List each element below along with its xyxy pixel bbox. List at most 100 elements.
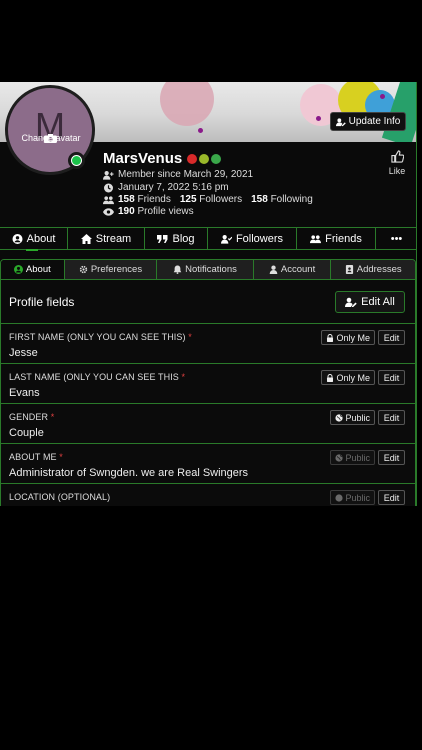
user-icon bbox=[269, 265, 278, 274]
required-marker: * bbox=[188, 332, 192, 342]
member-since-row: Member since March 29, 2021 bbox=[103, 169, 253, 180]
bell-icon bbox=[173, 265, 182, 274]
subtab-preferences[interactable]: Preferences bbox=[64, 260, 158, 279]
tab-stream[interactable]: Stream bbox=[68, 228, 145, 249]
update-info-label: Update Info bbox=[348, 116, 401, 127]
globe-icon bbox=[335, 453, 344, 462]
field-about-me: ABOUT ME * Administrator of Swngden. we … bbox=[1, 444, 415, 484]
field-value: Evans bbox=[9, 387, 40, 399]
edit-all-button[interactable]: Edit All bbox=[335, 290, 405, 313]
edit-button[interactable]: Edit bbox=[378, 450, 405, 465]
field-actions: Only Me Edit bbox=[321, 330, 405, 345]
user-plus-icon bbox=[103, 170, 114, 180]
tab-followers[interactable]: Followers bbox=[208, 228, 297, 249]
privacy-button[interactable]: Public bbox=[330, 450, 375, 465]
last-seen-row: January 7, 2022 5:16 pm bbox=[103, 182, 229, 193]
badge-icon bbox=[211, 153, 222, 164]
field-last-name: LAST NAME (ONLY YOU CAN SEE THIS * Evans… bbox=[1, 364, 415, 404]
privacy-button[interactable]: Only Me bbox=[321, 330, 375, 345]
friends-stat-label: Friends bbox=[137, 194, 171, 205]
tab-label: About bbox=[26, 232, 56, 245]
tab-about[interactable]: About bbox=[0, 228, 68, 251]
globe-icon bbox=[335, 493, 344, 502]
cover-decoration bbox=[316, 116, 321, 121]
subtab-label: Notifications bbox=[185, 264, 237, 275]
privacy-label: Only Me bbox=[336, 332, 370, 343]
eye-icon bbox=[103, 207, 114, 216]
privacy-button[interactable]: Public bbox=[330, 490, 375, 505]
subtab-about[interactable]: About bbox=[1, 260, 65, 279]
gear-icon bbox=[79, 265, 88, 274]
username: MarsVenus bbox=[103, 150, 183, 167]
home-icon bbox=[80, 233, 92, 244]
tab-blog[interactable]: Blog bbox=[145, 228, 208, 249]
following-stat[interactable]: 158 Following bbox=[251, 194, 313, 205]
subtab-label: Preferences bbox=[90, 264, 143, 275]
required-marker: * bbox=[50, 412, 55, 422]
cover-decoration bbox=[380, 94, 385, 99]
subtab-label: Account bbox=[280, 264, 316, 275]
online-status-indicator bbox=[68, 152, 85, 169]
update-info-button[interactable]: Update Info bbox=[330, 112, 406, 131]
more-menu-button[interactable]: ••• bbox=[376, 228, 416, 249]
subtab-addresses[interactable]: Addresses bbox=[331, 260, 415, 279]
badge-icon bbox=[199, 153, 210, 164]
user-edit-icon bbox=[335, 117, 346, 126]
field-label-text: FIRST NAME (ONLY YOU CAN SEE THIS) bbox=[9, 332, 186, 342]
field-label-text: LAST NAME (ONLY YOU CAN SEE THIS bbox=[9, 372, 179, 382]
badge-icon bbox=[187, 153, 198, 164]
edit-button[interactable]: Edit bbox=[378, 330, 405, 345]
edit-all-label: Edit All bbox=[361, 295, 395, 308]
field-actions: Public Edit bbox=[330, 410, 405, 425]
edit-button[interactable]: Edit bbox=[378, 370, 405, 385]
profile-fields-header: Profile fields Edit All bbox=[1, 280, 415, 324]
user-circle-icon bbox=[12, 233, 23, 244]
field-first-name: FIRST NAME (ONLY YOU CAN SEE THIS) * Jes… bbox=[1, 324, 415, 364]
users-icon bbox=[310, 234, 322, 243]
field-actions: Only Me Edit bbox=[321, 370, 405, 385]
views-count: 190 bbox=[118, 206, 135, 217]
field-label-text: ABOUT ME bbox=[9, 452, 57, 462]
member-since: Member since March 29, 2021 bbox=[118, 169, 254, 180]
user-check-icon bbox=[220, 234, 232, 244]
followers-stat-label: Followers bbox=[199, 194, 243, 205]
tab-label: Stream bbox=[95, 232, 132, 245]
privacy-button[interactable]: Public bbox=[330, 410, 375, 425]
required-marker: * bbox=[59, 452, 63, 462]
field-actions: Public Edit bbox=[330, 490, 405, 505]
lock-icon bbox=[327, 333, 334, 342]
edit-button[interactable]: Edit bbox=[378, 410, 405, 425]
like-button[interactable]: Like bbox=[385, 150, 409, 176]
about-panel: About Preferences Notifications Account … bbox=[0, 259, 416, 506]
tab-label: Blog bbox=[172, 232, 195, 245]
followers-count: 125 bbox=[179, 194, 197, 205]
edit-button[interactable]: Edit bbox=[378, 490, 405, 505]
privacy-label: Public bbox=[345, 452, 370, 463]
privacy-label: Public bbox=[345, 412, 370, 423]
privacy-label: Public bbox=[345, 492, 370, 503]
field-location: LOCATION (OPTIONAL) Public Edit bbox=[1, 484, 415, 506]
field-actions: Public Edit bbox=[330, 450, 405, 465]
cover-decoration bbox=[160, 82, 214, 126]
user-edit-icon bbox=[345, 297, 357, 307]
username-row: MarsVenus bbox=[103, 150, 222, 167]
last-seen: January 7, 2022 5:16 pm bbox=[118, 182, 229, 193]
subtab-notifications[interactable]: Notifications bbox=[157, 260, 254, 279]
tab-friends[interactable]: Friends bbox=[297, 228, 376, 249]
about-subtabs: About Preferences Notifications Account … bbox=[1, 260, 415, 280]
subtab-account[interactable]: Account bbox=[253, 260, 332, 279]
privacy-button[interactable]: Only Me bbox=[321, 370, 375, 385]
field-label-text: GENDER bbox=[9, 412, 49, 422]
users-icon bbox=[103, 195, 114, 204]
following-count: 158 bbox=[251, 194, 268, 205]
privacy-label: Only Me bbox=[336, 372, 370, 383]
followers-stat[interactable]: 125 Followers bbox=[180, 194, 242, 205]
address-book-icon bbox=[345, 265, 353, 274]
tab-label: Friends bbox=[325, 232, 362, 245]
more-icon: ••• bbox=[390, 232, 403, 245]
profile-views-row: 190 Profile views bbox=[103, 206, 194, 217]
friends-stat[interactable]: 158 Friends bbox=[118, 194, 171, 205]
change-avatar-link[interactable]: Change avatar bbox=[13, 133, 89, 143]
like-label: Like bbox=[388, 166, 406, 176]
field-value: Administrator of Swngden. we are Real Sw… bbox=[9, 467, 249, 479]
